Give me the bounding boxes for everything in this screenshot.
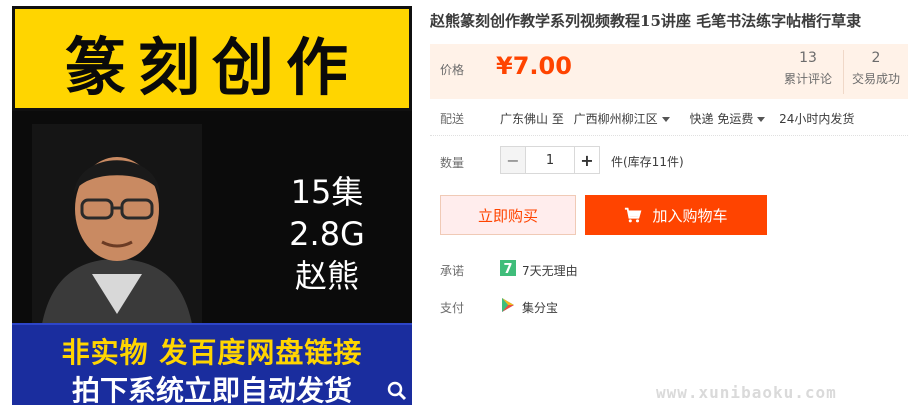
divider (430, 135, 908, 136)
badge-number: 7 (503, 262, 512, 276)
payment-text[interactable]: 集分宝 (522, 299, 558, 316)
promise-row: 承诺 7 7天无理由 (430, 260, 908, 282)
promise-label: 承诺 (440, 264, 465, 278)
product-title: 赵熊篆刻创作教学系列视频教程15讲座 毛笔书法练字帖楷行草隶 (430, 12, 862, 30)
reviews-label: 累计评论 (783, 72, 832, 86)
image-banner: 非实物 发百度网盘链接 拍下系统立即自动发货 (12, 323, 412, 405)
ship-to: 广西柳州柳江区 (573, 112, 658, 126)
price-value: ¥7.00 (496, 52, 572, 80)
banner-line-1: 非实物 发百度网盘链接 (61, 336, 363, 369)
quantity-increase-button[interactable]: + (574, 146, 600, 174)
sales-count: 2 (871, 50, 881, 66)
ship-time: 24小时内发货 (779, 112, 855, 126)
add-to-cart-button[interactable]: 加入购物车 (585, 195, 767, 235)
cart-icon (625, 207, 642, 223)
quantity-row: 数量 − 1 + 件(库存11件) (430, 146, 908, 174)
reviews-stat[interactable]: 13 累计评论 (774, 50, 842, 87)
quantity-stepper: − 1 + (500, 146, 600, 174)
add-to-cart-label: 加入购物车 (652, 206, 728, 225)
episode-count: 15集 (290, 173, 364, 211)
zoom-icon[interactable] (386, 380, 408, 402)
quantity-decrease-button[interactable]: − (500, 146, 526, 174)
shipping-row: 配送 广东佛山 至 广西柳州柳江区 快递 免运费 24小时内发货 (430, 110, 908, 130)
file-size: 2.8G (289, 215, 365, 253)
price-panel: 价格 ¥7.00 13 累计评论 2 交易成功 (430, 44, 908, 99)
product-image[interactable]: 篆刻创作 15集 2.8G 赵熊 非实物 发百度网盘链接 拍下系统立即自动发货 (12, 6, 412, 405)
promise-text[interactable]: 7天无理由 (522, 262, 578, 279)
ship-method-select[interactable]: 快递 免运费 (690, 112, 766, 126)
sales-label: 交易成功 (851, 72, 900, 86)
price-label: 价格 (440, 63, 465, 77)
reviews-count: 13 (799, 50, 817, 66)
sales-stat: 2 交易成功 (843, 50, 908, 94)
banner-line-2: 拍下系统立即自动发货 (71, 374, 352, 405)
stock-text: 件(库存11件) (611, 155, 684, 169)
ship-method: 快递 免运费 (689, 112, 754, 126)
image-header-band: 篆刻创作 (12, 6, 412, 111)
jifenbao-icon (502, 298, 514, 312)
shipping-details: 广东佛山 至 广西柳州柳江区 快递 免运费 24小时内发货 (500, 110, 854, 127)
image-heading: 篆刻创作 (63, 31, 360, 104)
seven-day-return-icon: 7 (500, 260, 516, 276)
watermark: www.xunibaoku.com (656, 383, 837, 402)
ship-to-select[interactable]: 广西柳州柳江区 (574, 112, 670, 126)
payment-row: 支付 集分宝 (430, 298, 908, 319)
image-count-block: 15集 2.8G 赵熊 (277, 171, 377, 297)
ship-from: 广东佛山 至 (500, 112, 564, 126)
quantity-label: 数量 (440, 156, 465, 170)
author-portrait (32, 124, 202, 324)
quantity-input[interactable]: 1 (526, 146, 574, 174)
buy-now-button[interactable]: 立即购买 (440, 195, 576, 235)
author-name: 赵熊 (294, 257, 359, 295)
shipping-label: 配送 (440, 112, 465, 126)
chevron-down-icon (661, 117, 670, 122)
chevron-down-icon (757, 117, 766, 122)
payment-label: 支付 (440, 301, 465, 315)
